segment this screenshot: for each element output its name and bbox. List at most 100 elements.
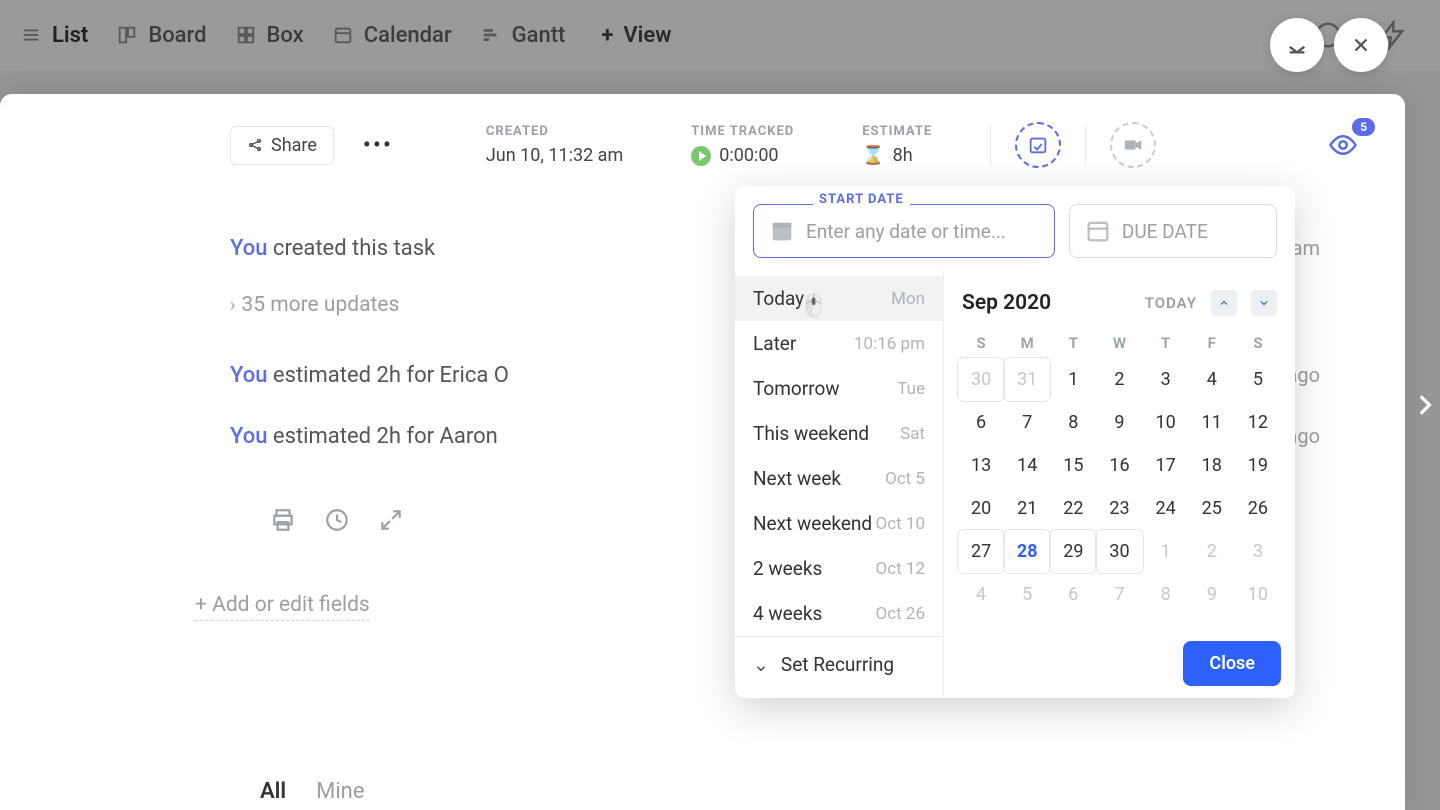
calendar-day[interactable]: 30 [958, 358, 1004, 401]
play-icon[interactable] [691, 146, 711, 166]
created-meta: CREATED Jun 10, 11:32 am [486, 124, 623, 166]
calendar-day[interactable]: 4 [1189, 358, 1235, 401]
start-date-field[interactable]: START DATE Enter any date or time... [753, 204, 1055, 258]
history-icon[interactable] [324, 507, 350, 533]
calendar-day[interactable]: 3 [1235, 530, 1281, 573]
time-tracked-value[interactable]: 0:00:00 [691, 145, 794, 166]
calendar-day[interactable]: 8 [1050, 401, 1096, 444]
share-label: Share [271, 135, 317, 156]
separator [1085, 125, 1086, 165]
calendar-next-button[interactable] [1251, 290, 1277, 316]
calendar-dow: F [1189, 328, 1235, 358]
created-label: CREATED [486, 124, 623, 139]
more-button[interactable]: ••• [358, 133, 398, 157]
calendar-today-button[interactable]: TODAY [1145, 294, 1197, 312]
calendar-day[interactable]: 5 [1004, 573, 1050, 616]
calendar-day[interactable]: 31 [1004, 358, 1050, 401]
due-date-label: DUE DATE [1122, 220, 1208, 243]
date-picker-trigger[interactable] [1015, 122, 1061, 168]
date-picker-close-button[interactable]: Close [1183, 641, 1281, 686]
estimate-value[interactable]: ⌛ 8h [862, 145, 932, 166]
calendar-day[interactable]: 19 [1235, 444, 1281, 487]
quick-date-4-weeks[interactable]: 4 weeksOct 26 [735, 591, 943, 636]
calendar-day[interactable]: 30 [1096, 530, 1142, 573]
activity-actor: You [230, 236, 267, 261]
start-date-label: START DATE [813, 192, 910, 207]
date-picker-popover: START DATE Enter any date or time... DUE… [735, 186, 1295, 698]
calendar-day[interactable]: 21 [1004, 487, 1050, 530]
calendar-day[interactable]: 15 [1050, 444, 1096, 487]
calendar-day[interactable]: 11 [1189, 401, 1235, 444]
comments-tab-all[interactable]: All [260, 779, 286, 804]
activity-actor: You [230, 424, 267, 449]
quick-date-tomorrow[interactable]: TomorrowTue [735, 366, 943, 411]
calendar-day[interactable]: 9 [1096, 401, 1142, 444]
print-icon[interactable] [270, 507, 296, 533]
set-recurring-button[interactable]: ⌄ Set Recurring [735, 636, 943, 692]
calendar-day[interactable]: 7 [1096, 573, 1142, 616]
video-call-button[interactable] [1110, 122, 1156, 168]
calendar-day[interactable]: 5 [1235, 358, 1281, 401]
time-tracked-meta: TIME TRACKED 0:00:00 [691, 124, 794, 166]
calendar-day[interactable]: 20 [958, 487, 1004, 530]
separator [990, 125, 991, 165]
calendar-day[interactable]: 28 [1004, 530, 1050, 573]
minimize-button[interactable] [1270, 18, 1324, 72]
estimate-meta: ESTIMATE ⌛ 8h [862, 124, 932, 166]
activity-text: estimated 2h for Erica O [267, 363, 508, 388]
expand-icon[interactable] [378, 507, 404, 533]
chevron-right-icon: › [230, 295, 235, 316]
calendar-day[interactable]: 2 [1189, 530, 1235, 573]
calendar-day[interactable]: 23 [1096, 487, 1142, 530]
calendar-day[interactable]: 29 [1050, 530, 1096, 573]
calendar-prev-button[interactable] [1211, 290, 1237, 316]
calendar-day[interactable]: 1 [1143, 530, 1189, 573]
calendar-day[interactable]: 2 [1096, 358, 1142, 401]
calendar-day[interactable]: 27 [958, 530, 1004, 573]
calendar-day[interactable]: 10 [1235, 573, 1281, 616]
calendar-day[interactable]: 8 [1143, 573, 1189, 616]
calendar-day[interactable]: 6 [1050, 573, 1096, 616]
due-date-field[interactable]: DUE DATE [1069, 204, 1277, 258]
calendar-day[interactable]: 24 [1143, 487, 1189, 530]
close-button[interactable] [1334, 18, 1388, 72]
quick-date-next-weekend[interactable]: Next weekendOct 10 [735, 501, 943, 546]
comments-tab-mine[interactable]: Mine [316, 779, 364, 804]
calendar-day[interactable]: 17 [1143, 444, 1189, 487]
quick-date-next-week[interactable]: Next weekOct 5 [735, 456, 943, 501]
calendar-day[interactable]: 1 [1050, 358, 1096, 401]
calendar-icon [1084, 217, 1112, 245]
next-task-handle[interactable] [1408, 345, 1440, 465]
calendar-day[interactable]: 13 [958, 444, 1004, 487]
calendar-day[interactable]: 26 [1235, 487, 1281, 530]
calendar-day[interactable]: 12 [1235, 401, 1281, 444]
calendar-day[interactable]: 16 [1096, 444, 1142, 487]
calendar-month-title: Sep 2020 [962, 291, 1051, 315]
calendar-day[interactable]: 22 [1050, 487, 1096, 530]
more-updates-label: 35 more updates [241, 293, 399, 317]
quick-date-today[interactable]: TodayMon [735, 276, 943, 321]
calendar: Sep 2020 TODAY SMTWTFS303112345678910111… [944, 270, 1295, 698]
time-tracked-label: TIME TRACKED [691, 124, 794, 139]
activity-actor: You [230, 363, 267, 388]
calendar-dow: T [1050, 328, 1096, 358]
calendar-day[interactable]: 14 [1004, 444, 1050, 487]
calendar-day[interactable]: 3 [1143, 358, 1189, 401]
calendar-day[interactable]: 10 [1143, 401, 1189, 444]
activity-text: created this task [267, 236, 435, 261]
add-fields-button[interactable]: + Add or edit fields [195, 593, 370, 621]
calendar-day[interactable]: 9 [1189, 573, 1235, 616]
calendar-day[interactable]: 25 [1189, 487, 1235, 530]
quick-date-2-weeks[interactable]: 2 weeksOct 12 [735, 546, 943, 591]
share-icon [247, 137, 263, 153]
watchers-button[interactable]: 5 [1321, 130, 1365, 160]
quick-date-weekend[interactable]: This weekendSat [735, 411, 943, 456]
calendar-day[interactable]: 18 [1189, 444, 1235, 487]
calendar-day[interactable]: 4 [958, 573, 1004, 616]
share-button[interactable]: Share [230, 126, 334, 165]
quick-date-later[interactable]: Later10:16 pm [735, 321, 943, 366]
estimate-label: ESTIMATE [862, 124, 932, 139]
calendar-day[interactable]: 7 [1004, 401, 1050, 444]
activity-text: estimated 2h for Aaron [267, 424, 497, 449]
calendar-day[interactable]: 6 [958, 401, 1004, 444]
